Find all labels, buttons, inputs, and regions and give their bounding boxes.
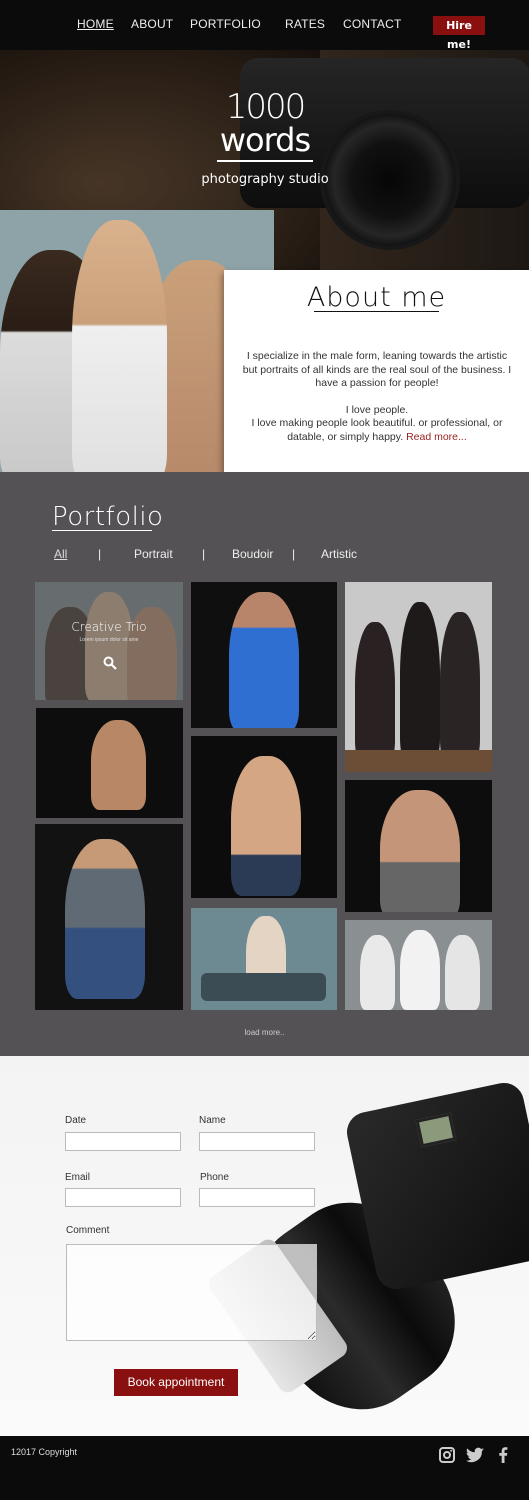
- portfolio-tile-featured[interactable]: Creative Trio Lorem ipsum dolor sit ame: [35, 582, 183, 700]
- book-appointment-button[interactable]: Book appointment: [114, 1369, 238, 1396]
- comment-field[interactable]: [66, 1244, 317, 1341]
- comment-label: Comment: [66, 1225, 110, 1236]
- nav-portfolio-link[interactable]: PORTFOLIO: [190, 17, 261, 31]
- about-paragraph: I love making people look beautiful. or …: [251, 417, 503, 443]
- hero-tagline: photography studio: [201, 172, 329, 187]
- hire-me-button[interactable]: Hire me!: [433, 16, 485, 51]
- about-paragraph: I specialize in the male form, leaning t…: [242, 350, 512, 389]
- facebook-icon[interactable]: [494, 1446, 512, 1464]
- instagram-icon[interactable]: [438, 1446, 456, 1464]
- portfolio-tile[interactable]: [191, 908, 337, 1010]
- filter-separator: |: [202, 547, 206, 561]
- twitter-icon[interactable]: [465, 1446, 485, 1464]
- about-paragraph: I love people.: [345, 403, 409, 416]
- portfolio-tile[interactable]: [345, 582, 492, 772]
- phone-label: Phone: [200, 1172, 229, 1183]
- email-label: Email: [65, 1172, 91, 1183]
- filter-artistic[interactable]: Artistic: [321, 547, 357, 561]
- filter-all[interactable]: All: [54, 547, 67, 561]
- read-more-link[interactable]: Read more...: [406, 431, 467, 443]
- booking-section: Date Name Email Phone Comment Book appoi…: [0, 1056, 529, 1436]
- portfolio-tile[interactable]: [345, 780, 492, 912]
- tile-subtitle: Lorem ipsum dolor sit ame: [79, 637, 139, 643]
- portfolio-title: Portfolio: [52, 502, 164, 532]
- portfolio-section: Portfolio All | Portrait | Boudoir | Art…: [0, 472, 529, 1056]
- nav-rates-link[interactable]: RATES: [285, 17, 325, 31]
- phone-field[interactable]: [199, 1188, 315, 1207]
- logo-underline: [217, 160, 313, 162]
- filter-separator: |: [292, 547, 296, 561]
- portfolio-tile[interactable]: [345, 920, 492, 1010]
- footer: 12017 Copyright: [0, 1436, 529, 1500]
- date-label: Date: [65, 1115, 87, 1126]
- nav-about-link[interactable]: ABOUT: [131, 17, 173, 31]
- portfolio-filters: All | Portrait | Boudoir | Artistic: [0, 547, 529, 567]
- portfolio-tile[interactable]: [191, 582, 337, 728]
- portfolio-title-underline: [52, 530, 152, 531]
- nav-home-link[interactable]: HOME: [77, 17, 114, 31]
- name-field[interactable]: [199, 1132, 315, 1151]
- top-nav: HOME ABOUT PORTFOLIO RATES CONTACT Hire …: [0, 0, 529, 51]
- nav-contact-link[interactable]: CONTACT: [343, 17, 402, 31]
- logo-word: words: [219, 121, 311, 159]
- portfolio-tile[interactable]: [191, 736, 337, 898]
- filter-portrait[interactable]: Portrait: [134, 547, 173, 561]
- email-field[interactable]: [65, 1188, 181, 1207]
- about-text: I specialize in the male form, leaning t…: [242, 350, 512, 444]
- name-label: Name: [199, 1115, 226, 1126]
- copyright-text: 12017 Copyright: [11, 1447, 78, 1457]
- portfolio-tile[interactable]: [36, 708, 183, 818]
- model-figure: [72, 220, 167, 472]
- about-title: About me: [306, 282, 447, 313]
- logo-number: 1000: [225, 87, 307, 127]
- filter-separator: |: [98, 547, 102, 561]
- filter-boudoir[interactable]: Boudoir: [232, 547, 273, 561]
- load-more-link[interactable]: load more..: [0, 1028, 529, 1037]
- search-icon[interactable]: [103, 656, 117, 670]
- tile-title: Creative Trio: [71, 620, 147, 634]
- date-field[interactable]: [65, 1132, 181, 1151]
- portfolio-tile[interactable]: [35, 824, 183, 1010]
- about-title-underline: [314, 311, 439, 312]
